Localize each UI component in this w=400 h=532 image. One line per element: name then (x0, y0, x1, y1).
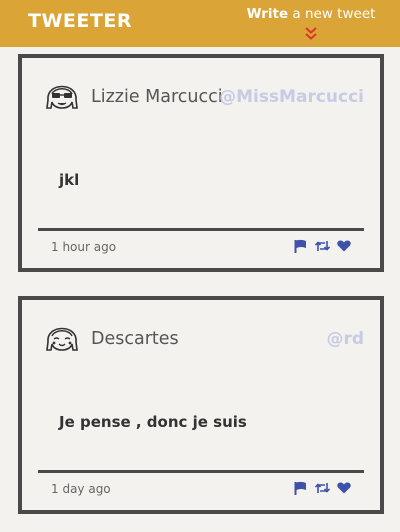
tweet-actions (292, 480, 352, 496)
retweet-icon[interactable] (314, 480, 330, 496)
tweet-text: Je pense , donc je suis (59, 413, 247, 431)
compose-toggle-label: Write a new tweet (246, 6, 376, 22)
tweet-user-handle: @MissMarcucci (219, 87, 364, 107)
tweet-user-name: Descartes (91, 329, 179, 349)
nav-bar: TWEETER Write a new tweet (0, 0, 400, 47)
tweet-user-name: Lizzie Marcucci (91, 87, 223, 107)
double-chevron-down-icon (305, 27, 317, 40)
compose-toggle-button[interactable]: Write a new tweet (246, 6, 376, 44)
sunglasses-avatar-icon (46, 85, 78, 109)
smiling-avatar-icon (46, 327, 78, 351)
tweet-divider (38, 228, 364, 231)
tweet-card: Lizzie Marcucci @MissMarcucci jkl 1 hour… (18, 54, 384, 272)
tweet-actions (292, 238, 352, 254)
tweet-divider (38, 470, 364, 473)
heart-icon[interactable] (336, 480, 352, 496)
retweet-icon[interactable] (314, 238, 330, 254)
tweet-user-handle: @rd (326, 329, 364, 349)
tweet-timestamp: 1 hour ago (51, 240, 117, 254)
brand-logo[interactable]: TWEETER (28, 10, 132, 32)
heart-icon[interactable] (336, 238, 352, 254)
tweet-card: Descartes @rd Je pense , donc je suis 1 … (18, 296, 384, 514)
tweet-timestamp: 1 day ago (51, 482, 111, 496)
tweet-text: jkl (59, 171, 80, 189)
flag-icon[interactable] (292, 238, 308, 254)
flag-icon[interactable] (292, 480, 308, 496)
